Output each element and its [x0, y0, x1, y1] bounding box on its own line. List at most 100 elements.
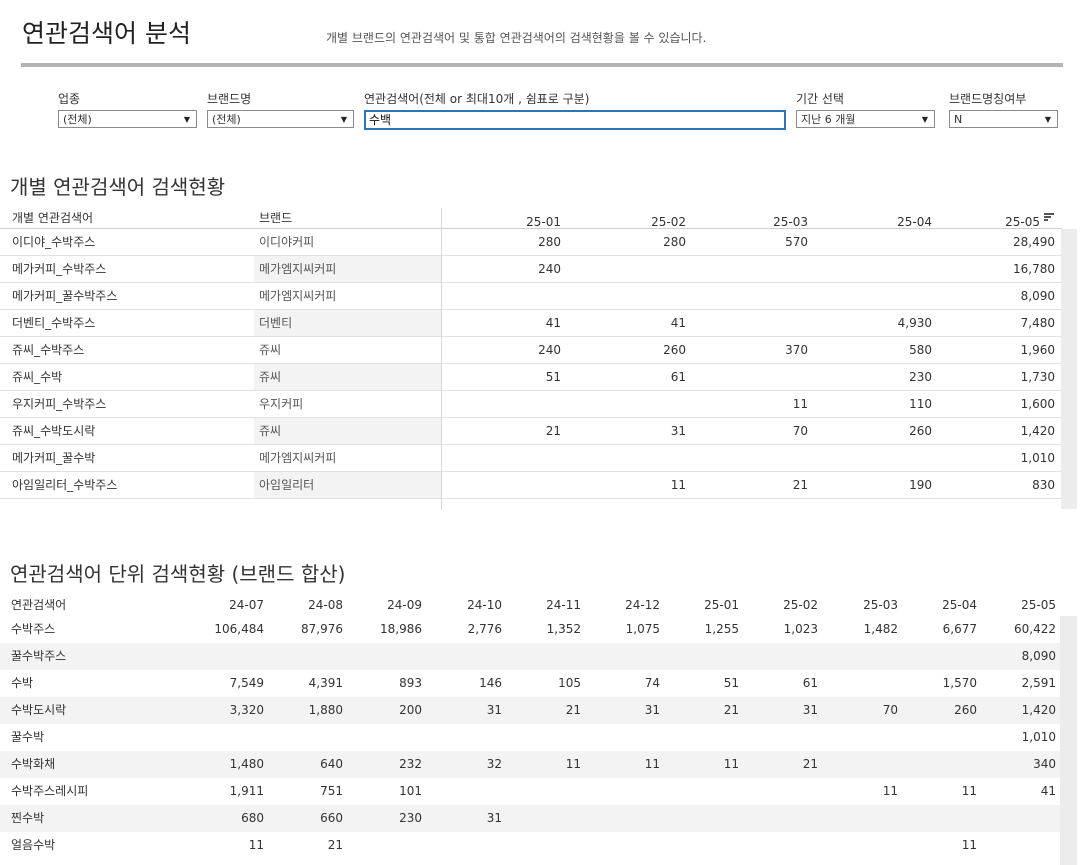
row-value: 146	[479, 676, 502, 690]
vertical-scrollbar[interactable]	[1061, 229, 1077, 509]
row-value	[511, 724, 581, 751]
row-value	[590, 643, 660, 670]
col-header-month[interactable]: 24-11	[511, 598, 581, 612]
row-value: 1,730	[1020, 370, 1055, 384]
table-row[interactable]: 수박주스레시피 1,911 751 101 11 11 41	[0, 778, 1060, 805]
row-value: 61	[670, 370, 686, 384]
table-row[interactable]: 수박 7,549 4,391 893 146 105 74 51 61 1,570 2,591	[0, 670, 1060, 697]
table-divider	[441, 208, 442, 510]
row-value: 11	[248, 838, 264, 852]
col-header-month[interactable]: 25-03	[828, 598, 898, 612]
col-header-month[interactable]: 25-02	[748, 598, 818, 612]
row-value: 893	[399, 676, 422, 690]
row-value: 21	[802, 757, 818, 771]
row-value	[748, 778, 818, 805]
row-value	[511, 832, 581, 859]
row-value: 106,484	[214, 622, 264, 636]
row-keyword: 메가커피_꿀수박주스	[12, 289, 118, 303]
row-value: 1,255	[704, 622, 739, 636]
row-keyword: 메가커피_수박주스	[12, 262, 107, 276]
individual-keyword-table: 이디야_수박주스 이디야커피 280 280 570 28,490 메가커피_수박주스 메가엠…	[0, 206, 1062, 508]
table-row[interactable]: 찐수박 680 660 230 31	[0, 805, 1060, 832]
row-value: 87,976	[301, 622, 343, 636]
row-value	[728, 283, 808, 310]
vertical-scrollbar[interactable]	[1060, 616, 1077, 865]
table-row[interactable]: 수박화채 1,480 640 232 32 11 11 11 21 340	[0, 751, 1060, 778]
industry-select[interactable]: (전체) ▼	[58, 110, 197, 128]
row-value: 1,075	[625, 622, 660, 636]
row-value: 1,960	[1020, 343, 1055, 357]
table-row[interactable]: 수박도시락 3,320 1,880 200 31 21 31 21 31 70 260 1,420	[0, 697, 1060, 724]
row-value: 74	[644, 676, 660, 690]
row-value: 370	[785, 343, 808, 357]
row-value	[828, 832, 898, 859]
table-row[interactable]: 수박주스 106,484 87,976 18,986 2,776 1,352 1,075 1,…	[0, 616, 1060, 643]
row-value	[748, 724, 818, 751]
row-value	[590, 805, 660, 832]
filter-industry-label: 업종	[58, 92, 81, 106]
title-divider	[21, 63, 1063, 67]
col-header-month[interactable]: 25-05	[986, 598, 1056, 612]
table-row[interactable]: 우지커피_수박주스 우지커피 11 110 1,600	[0, 391, 1062, 418]
col-header-month[interactable]: 24-12	[590, 598, 660, 612]
row-value	[852, 283, 932, 310]
row-keyword: 아임일리터_수박주스	[12, 478, 118, 492]
table-row[interactable]: 얼음수박 11 21 11	[0, 832, 1060, 859]
brand-name-flag-select[interactable]: N ▼	[949, 110, 1058, 128]
col-header-month[interactable]: 24-09	[352, 598, 422, 612]
col-header-month[interactable]: 25-04	[907, 598, 977, 612]
row-value: 60,422	[1014, 622, 1056, 636]
row-value	[828, 643, 898, 670]
row-value: 61	[802, 676, 818, 690]
row-value	[590, 724, 660, 751]
row-value: 31	[486, 811, 502, 825]
table-row[interactable]: 꿀수박 1,010	[0, 724, 1060, 751]
row-brand: 메가엠지씨커피	[259, 289, 337, 303]
section1-title: 개별 연관검색어 검색현황	[10, 175, 226, 199]
row-value	[481, 472, 561, 499]
row-keyword: 쥬씨_수박도시락	[12, 424, 96, 438]
row-keyword: 메가커피_꿀수박	[12, 451, 96, 465]
table-row[interactable]: 더벤티_수박주스 더벤티 41 41 4,930 7,480	[0, 310, 1062, 337]
row-value: 18,986	[380, 622, 422, 636]
row-value: 11	[644, 757, 660, 771]
col-header-month[interactable]: 24-10	[432, 598, 502, 612]
filter-brand-name-flag-label: 브랜드명칭여부	[949, 92, 1027, 106]
table-row[interactable]: 이디야_수박주스 이디야커피 280 280 570 28,490	[0, 229, 1062, 256]
table-row[interactable]: 쥬씨_수박주스 쥬씨 240 260 370 580 1,960	[0, 337, 1062, 364]
table-row[interactable]: 아임일리터_수박주스 아임일리터 11 21 190 830	[0, 472, 1062, 499]
row-value: 200	[399, 703, 422, 717]
row-value: 190	[909, 478, 932, 492]
table-row[interactable]: 메가커피_수박주스 메가엠지씨커피 240 16,780	[0, 256, 1062, 283]
row-value	[273, 643, 343, 670]
row-keyword: 찐수박	[11, 811, 45, 825]
row-value	[728, 445, 808, 472]
col-header-month[interactable]: 24-08	[273, 598, 343, 612]
row-value: 830	[1032, 478, 1055, 492]
brand-select[interactable]: (전체) ▼	[207, 110, 354, 128]
row-value: 1,023	[783, 622, 818, 636]
row-value	[432, 643, 502, 670]
row-value: 31	[670, 424, 686, 438]
table-row[interactable]: 메가커피_꿀수박주스 메가엠지씨커피 8,090	[0, 283, 1062, 310]
row-value: 51	[723, 676, 739, 690]
keyword-input[interactable]: 수백	[364, 110, 786, 130]
row-value	[511, 643, 581, 670]
row-value: 21	[723, 703, 739, 717]
period-select[interactable]: 지난 6 개월 ▼	[796, 110, 935, 128]
row-keyword: 수박	[11, 676, 34, 690]
col-header-month[interactable]: 24-07	[194, 598, 264, 612]
row-brand: 아임일리터	[259, 478, 315, 492]
col-header-month[interactable]: 25-01	[669, 598, 739, 612]
table-row[interactable]: 쥬씨_수박 쥬씨 51 61 230 1,730	[0, 364, 1062, 391]
row-keyword: 수박주스레시피	[11, 784, 89, 798]
row-value	[481, 391, 561, 418]
row-brand: 이디야커피	[259, 235, 315, 249]
table-row[interactable]: 메가커피_꿀수박 메가엠지씨커피 1,010	[0, 445, 1062, 472]
row-value: 232	[399, 757, 422, 771]
table-row[interactable]: 꿀수박주스 8,090	[0, 643, 1060, 670]
row-value: 11	[792, 397, 808, 411]
row-value	[606, 445, 686, 472]
table-row[interactable]: 쥬씨_수박도시락 쥬씨 21 31 70 260 1,420	[0, 418, 1062, 445]
row-keyword: 수박주스	[11, 622, 56, 636]
